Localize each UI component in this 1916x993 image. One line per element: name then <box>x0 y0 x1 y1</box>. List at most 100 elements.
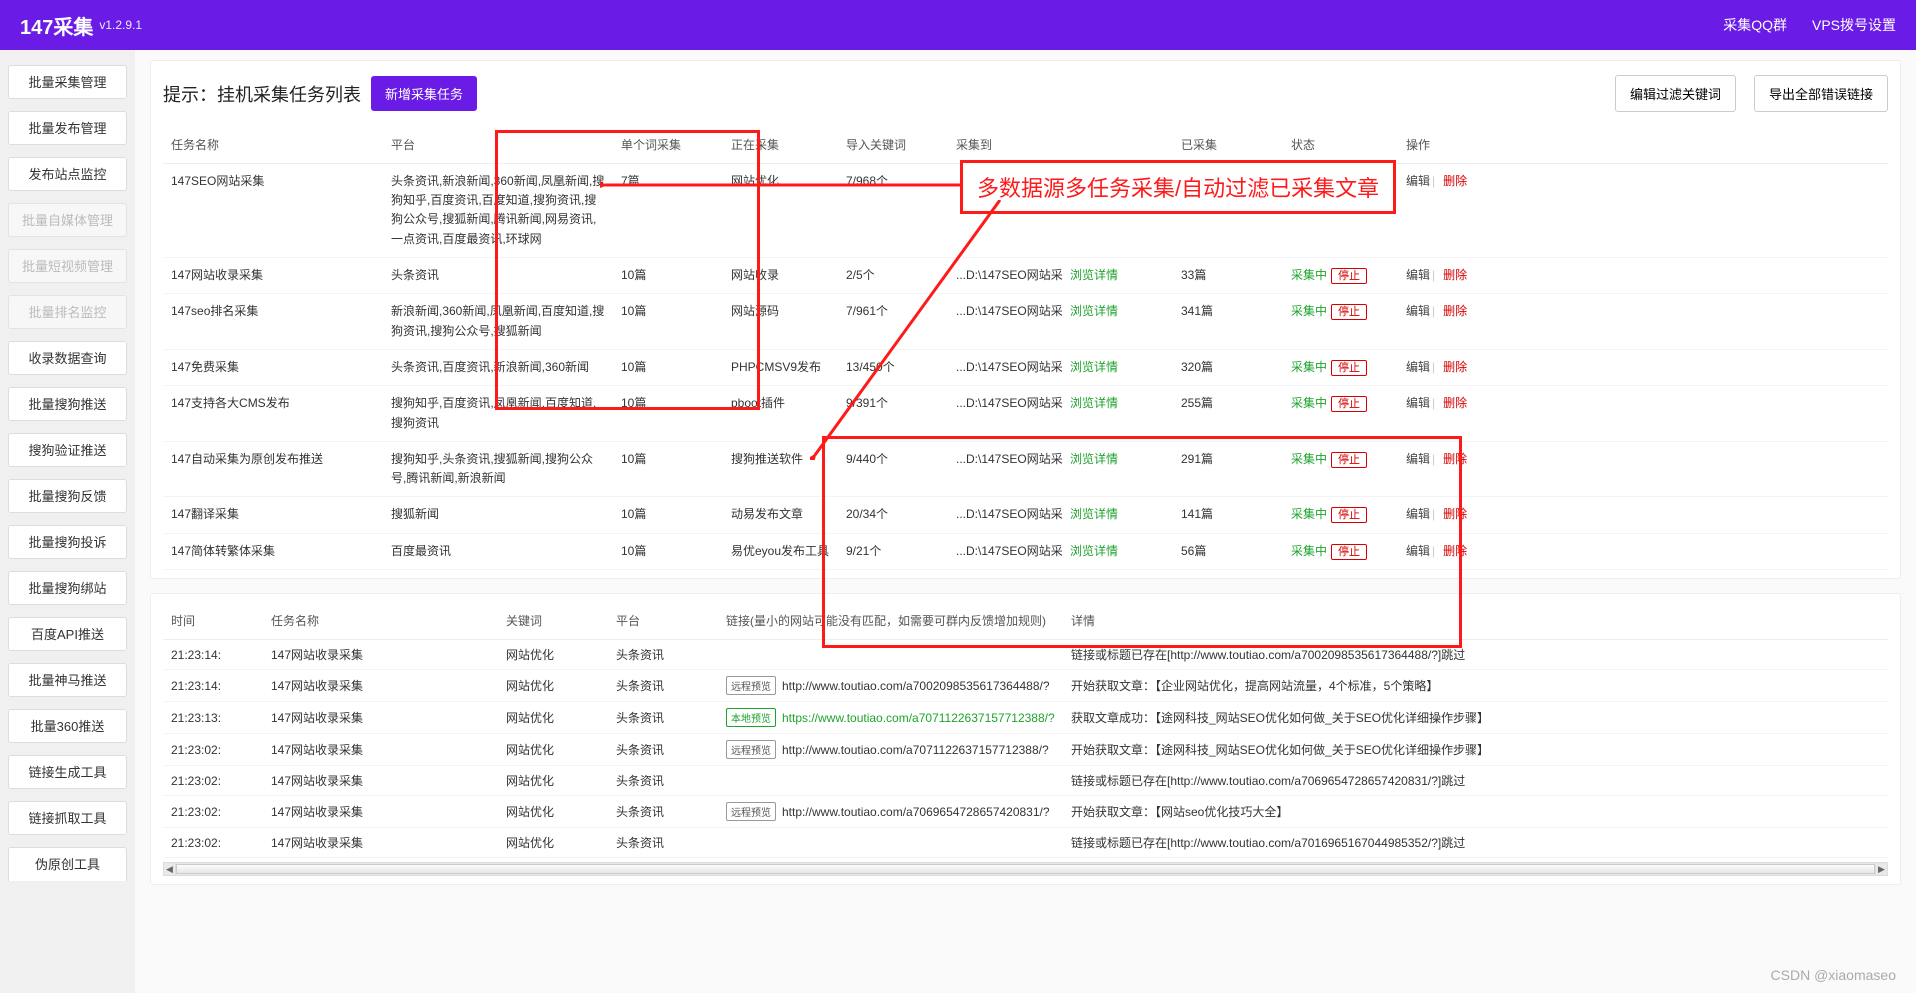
task-done: 255篇 <box>1173 386 1283 441</box>
log-time: 21:23:02: <box>163 766 263 796</box>
delete-link[interactable]: 删除 <box>1443 452 1467 466</box>
log-detail: 获取文章成功：【途网科技_网站SEO优化如何做_关于SEO优化详细操作步骤】 <box>1063 702 1888 734</box>
stop-button[interactable]: 停止 <box>1331 396 1367 412</box>
task-status: 采集中停止 <box>1283 257 1398 294</box>
log-platform: 头条资讯 <box>608 702 718 734</box>
status-text: 采集中 <box>1291 360 1327 374</box>
local-preview-badge[interactable]: 本地预览 <box>726 708 776 727</box>
log-url[interactable]: http://www.toutiao.com/a7002098535617364… <box>782 679 1050 693</box>
task-ops: 编辑|删除 <box>1398 497 1888 534</box>
log-col-detail: 详情 <box>1063 602 1888 640</box>
task-done: 33篇 <box>1173 257 1283 294</box>
stop-button[interactable]: 停止 <box>1331 304 1367 320</box>
edit-filter-keywords-button[interactable]: 编辑过滤关键词 <box>1615 75 1736 112</box>
task-row: 147简体转繁体采集百度最资讯10篇易优eyou发布工具9/21个...D:\1… <box>163 533 1888 570</box>
sidebar-item-13[interactable]: 批量神马推送 <box>8 663 127 697</box>
edit-link[interactable]: 编辑 <box>1406 174 1430 188</box>
log-kw: 网站优化 <box>498 766 608 796</box>
sidebar-item-2[interactable]: 发布站点监控 <box>8 157 127 191</box>
task-done: 341篇 <box>1173 294 1283 349</box>
log-url[interactable]: http://www.toutiao.com/a7069654728657420… <box>782 805 1050 819</box>
stop-button[interactable]: 停止 <box>1331 360 1367 376</box>
task-platform: 搜狐新闻 <box>383 497 613 534</box>
sidebar-item-14[interactable]: 批量360推送 <box>8 709 127 743</box>
remote-preview-badge[interactable]: 远程预览 <box>726 676 776 695</box>
task-dest: ...D:\147SEO网站采 浏览详情 <box>948 533 1173 570</box>
log-kw: 网站优化 <box>498 734 608 766</box>
task-done: 291篇 <box>1173 441 1283 496</box>
delete-link[interactable]: 删除 <box>1443 507 1467 521</box>
sidebar-item-7[interactable]: 批量搜狗推送 <box>8 387 127 421</box>
edit-link[interactable]: 编辑 <box>1406 304 1430 318</box>
sidebar-item-15[interactable]: 链接生成工具 <box>8 755 127 789</box>
stop-button[interactable]: 停止 <box>1331 452 1367 468</box>
sidebar-item-11[interactable]: 批量搜狗绑站 <box>8 571 127 605</box>
task-ops: 编辑|删除 <box>1398 533 1888 570</box>
sidebar-item-4: 批量短视频管理 <box>8 249 127 283</box>
annotation-arrow-1 <box>600 182 960 188</box>
delete-link[interactable]: 删除 <box>1443 360 1467 374</box>
brand-title: 147采集 <box>20 11 93 40</box>
browse-detail-link[interactable]: 浏览详情 <box>1070 544 1118 558</box>
sidebar-item-8[interactable]: 搜狗验证推送 <box>8 433 127 467</box>
task-name: 147SEO网站采集 <box>163 164 383 258</box>
browse-detail-link[interactable]: 浏览详情 <box>1070 360 1118 374</box>
export-error-links-button[interactable]: 导出全部错误链接 <box>1754 75 1888 112</box>
task-row: 147自动采集为原创发布推送搜狗知乎,头条资讯,搜狐新闻,搜狗公众号,腾讯新闻,… <box>163 441 1888 496</box>
vps-settings-link[interactable]: VPS拨号设置 <box>1812 15 1896 35</box>
browse-detail-link[interactable]: 浏览详情 <box>1070 452 1118 466</box>
edit-link[interactable]: 编辑 <box>1406 360 1430 374</box>
log-url[interactable]: http://www.toutiao.com/a7071122637157712… <box>782 743 1049 757</box>
sidebar-item-17[interactable]: 伪原创工具 <box>8 847 127 881</box>
add-task-button[interactable]: 新增采集任务 <box>371 76 477 111</box>
delete-link[interactable]: 删除 <box>1443 268 1467 282</box>
task-status: 采集中停止 <box>1283 349 1398 386</box>
browse-detail-link[interactable]: 浏览详情 <box>1070 396 1118 410</box>
sidebar-item-16[interactable]: 链接抓取工具 <box>8 801 127 835</box>
qq-group-link[interactable]: 采集QQ群 <box>1723 15 1787 35</box>
edit-link[interactable]: 编辑 <box>1406 268 1430 282</box>
status-text: 采集中 <box>1291 544 1327 558</box>
remote-preview-badge[interactable]: 远程预览 <box>726 740 776 759</box>
scroll-right-icon[interactable]: ▶ <box>1875 863 1887 875</box>
delete-link[interactable]: 删除 <box>1443 174 1467 188</box>
log-detail: 开始获取文章：【网站seo优化技巧大全】 <box>1063 796 1888 828</box>
task-name: 147网站收录采集 <box>163 257 383 294</box>
edit-link[interactable]: 编辑 <box>1406 507 1430 521</box>
log-table: 时间 任务名称 关键词 平台 链接(量小的网站可能没有匹配，如需要可群内反馈增加… <box>163 602 1888 858</box>
stop-button[interactable]: 停止 <box>1331 507 1367 523</box>
sidebar-item-12[interactable]: 百度API推送 <box>8 617 127 651</box>
sidebar-item-0[interactable]: 批量采集管理 <box>8 65 127 99</box>
delete-link[interactable]: 删除 <box>1443 544 1467 558</box>
delete-link[interactable]: 删除 <box>1443 396 1467 410</box>
remote-preview-badge[interactable]: 远程预览 <box>726 802 776 821</box>
log-platform: 头条资讯 <box>608 640 718 670</box>
col-collected: 已采集 <box>1173 126 1283 164</box>
edit-link[interactable]: 编辑 <box>1406 396 1430 410</box>
browse-detail-link[interactable]: 浏览详情 <box>1070 268 1118 282</box>
sidebar-item-9[interactable]: 批量搜狗反馈 <box>8 479 127 513</box>
stop-button[interactable]: 停止 <box>1331 268 1367 284</box>
sidebar-item-5: 批量排名监控 <box>8 295 127 329</box>
scroll-thumb[interactable] <box>176 864 1875 874</box>
log-card: 时间 任务名称 关键词 平台 链接(量小的网站可能没有匹配，如需要可群内反馈增加… <box>150 593 1901 885</box>
task-list-card: 提示：挂机采集任务列表 新增采集任务 编辑过滤关键词 导出全部错误链接 任务名称… <box>150 60 1901 579</box>
log-row: 21:23:02:147网站收录采集网站优化头条资讯远程预览http://www… <box>163 796 1888 828</box>
task-name: 147seo排名采集 <box>163 294 383 349</box>
delete-link[interactable]: 删除 <box>1443 304 1467 318</box>
browse-detail-link[interactable]: 浏览详情 <box>1070 507 1118 521</box>
sidebar-item-1[interactable]: 批量发布管理 <box>8 111 127 145</box>
edit-link[interactable]: 编辑 <box>1406 544 1430 558</box>
browse-detail-link[interactable]: 浏览详情 <box>1070 304 1118 318</box>
scroll-left-icon[interactable]: ◀ <box>164 863 176 875</box>
edit-link[interactable]: 编辑 <box>1406 452 1430 466</box>
sidebar-item-10[interactable]: 批量搜狗投诉 <box>8 525 127 559</box>
status-text: 采集中 <box>1291 452 1327 466</box>
stop-button[interactable]: 停止 <box>1331 544 1367 560</box>
log-row: 21:23:14:147网站收录采集网站优化头条资讯链接或标题已存在[http:… <box>163 640 1888 670</box>
log-url[interactable]: https://www.toutiao.com/a707112263715771… <box>782 711 1055 725</box>
log-detail: 链接或标题已存在[http://www.toutiao.com/a7016965… <box>1063 828 1888 858</box>
task-single: 10篇 <box>613 257 723 294</box>
log-horizontal-scrollbar[interactable]: ◀ ▶ <box>163 862 1888 876</box>
sidebar-item-6[interactable]: 收录数据查询 <box>8 341 127 375</box>
